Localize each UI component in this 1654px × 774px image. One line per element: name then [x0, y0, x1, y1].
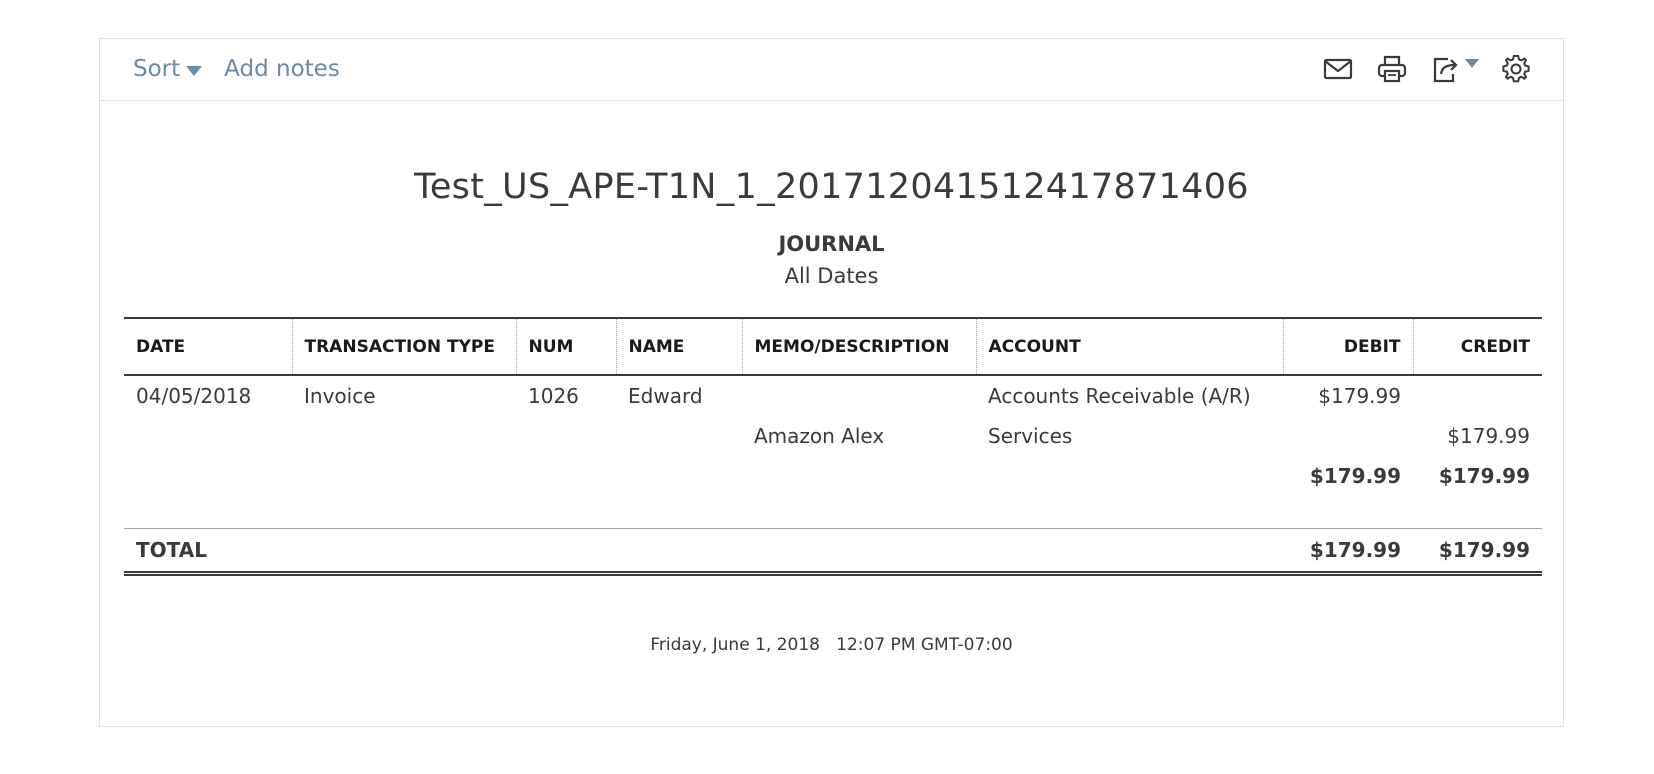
email-icon[interactable] [1321, 52, 1355, 86]
sort-button[interactable]: Sort [133, 56, 203, 82]
cell-memo [742, 375, 976, 416]
column-header-account[interactable]: ACCOUNT [975, 317, 1283, 376]
cell-debit[interactable]: $179.99 [1283, 375, 1413, 416]
cell-num [516, 416, 616, 456]
column-header-memo[interactable]: MEMO/DESCRIPTION [741, 317, 976, 376]
cell-transaction-type[interactable]: Invoice [292, 375, 516, 416]
cell-num[interactable]: 1026 [516, 375, 616, 416]
spacer-row [124, 496, 1542, 529]
report-timestamp: Friday, June 1, 2018 12:07 PM GMT-07:00 [650, 635, 1013, 655]
settings-icon[interactable] [1499, 52, 1533, 86]
subtotal-row: $179.99 $179.99 [124, 456, 1542, 496]
cell-debit[interactable] [1283, 416, 1413, 456]
cell-name [616, 416, 742, 456]
column-header-credit[interactable]: CREDIT [1412, 317, 1542, 376]
cell-credit[interactable]: $179.99 [1413, 416, 1542, 456]
toolbar-left: Sort Add notes [133, 39, 340, 99]
total-debit[interactable]: $179.99 [1283, 528, 1413, 576]
cell-name[interactable]: Edward [616, 375, 742, 416]
subtotal-credit[interactable]: $179.99 [1413, 456, 1542, 496]
total-row: TOTAL $179.99 $179.99 [124, 528, 1542, 576]
total-credit[interactable]: $179.99 [1413, 528, 1542, 576]
sort-label: Sort [133, 56, 181, 82]
export-button[interactable] [1429, 52, 1479, 86]
cell-account[interactable]: Accounts Receivable (A/R) [976, 375, 1283, 416]
report-name: JOURNAL [778, 232, 885, 256]
company-name: Test_US_APE-T1N_1_20171204151241787140​6 [414, 167, 1249, 207]
table-row[interactable]: Amazon Alex Services $179.99 [124, 416, 1542, 456]
column-header-date[interactable]: DATE [124, 317, 292, 376]
column-header-transaction-type[interactable]: TRANSACTION TYPE [291, 317, 516, 376]
cell-date [124, 416, 292, 456]
subtotal-debit[interactable]: $179.99 [1283, 456, 1413, 496]
chevron-down-icon [186, 66, 203, 76]
export-icon [1429, 52, 1463, 86]
total-label: TOTAL [124, 528, 292, 576]
column-header-debit[interactable]: DEBIT [1282, 317, 1413, 376]
cell-memo: Amazon Alex [754, 424, 885, 448]
cell-date: 04/05/2018 [136, 384, 252, 408]
print-icon[interactable] [1375, 52, 1409, 86]
report-period: All Dates [784, 264, 879, 288]
cell-credit[interactable] [1413, 375, 1542, 416]
table-row[interactable]: 04/05/2018 Invoice 1026 Edward Accounts … [124, 375, 1542, 416]
column-header-name[interactable]: NAME [615, 317, 742, 376]
toolbar-right [1321, 39, 1533, 99]
cell-account[interactable]: Services [976, 416, 1283, 456]
table-header-row: DATE TRANSACTION TYPE NUM NAME MEMO/DESC… [124, 317, 1542, 376]
journal-table: DATE TRANSACTION TYPE NUM NAME MEMO/DESC… [124, 317, 1542, 576]
column-header-num[interactable]: NUM [515, 317, 616, 376]
chevron-down-icon [1465, 58, 1479, 68]
report-toolbar: Sort Add notes [100, 39, 1563, 101]
add-notes-button[interactable]: Add notes [224, 56, 340, 82]
cell-transaction-type [292, 416, 516, 456]
report-card: Sort Add notes Test_US_APE-T1N_1_2017120… [99, 38, 1564, 727]
